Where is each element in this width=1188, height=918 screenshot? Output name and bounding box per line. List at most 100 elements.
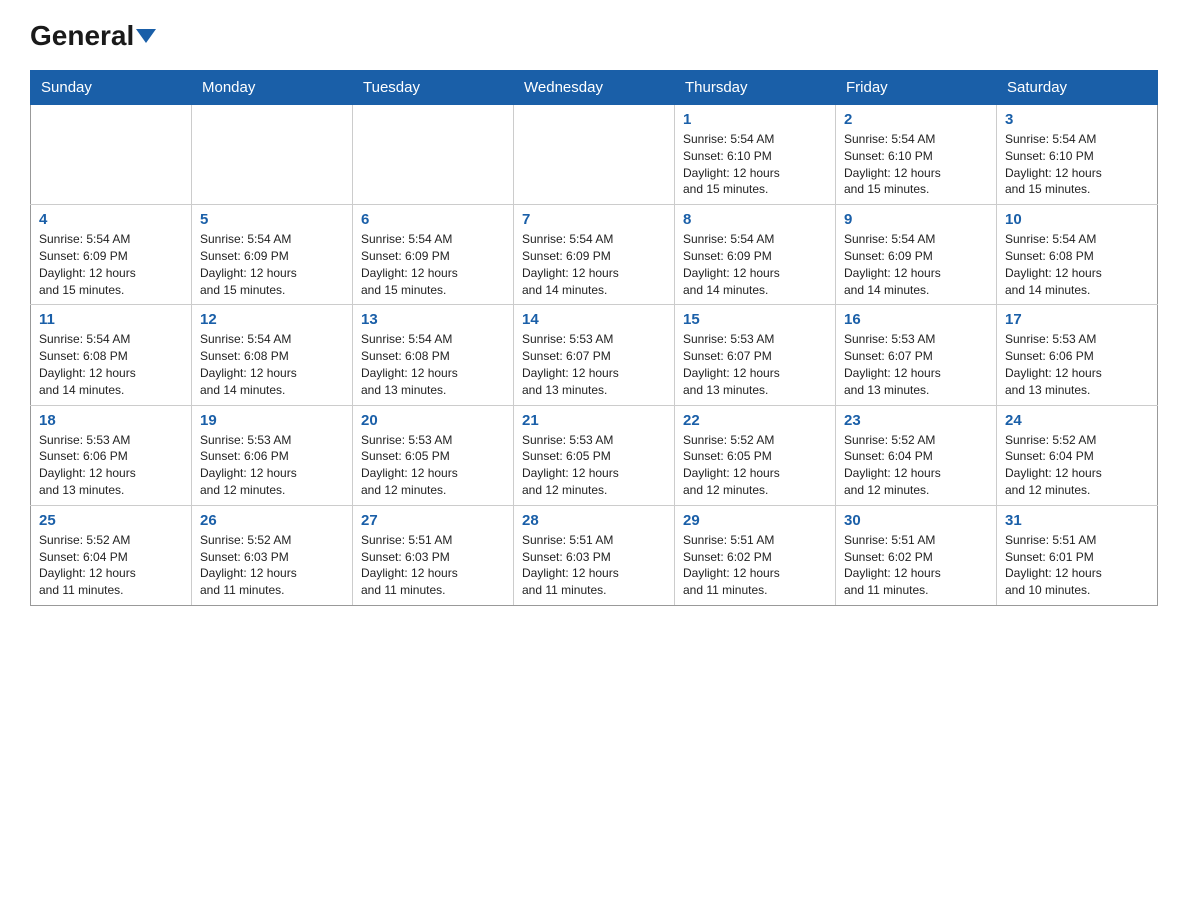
calendar-cell <box>514 105 675 205</box>
day-number: 19 <box>200 412 344 429</box>
calendar-cell: 9 Sunrise: 5:54 AMSunset: 6:09 PMDaylight… <box>836 205 997 305</box>
day-info: Sunrise: 5:51 AMSunset: 6:01 PMDaylight:… <box>1005 532 1149 599</box>
day-number: 16 <box>844 311 988 328</box>
column-header-wednesday: Wednesday <box>514 71 675 105</box>
calendar-table: SundayMondayTuesdayWednesdayThursdayFrid… <box>30 70 1158 606</box>
day-info: Sunrise: 5:54 AMSunset: 6:09 PMDaylight:… <box>361 231 505 298</box>
logo: General <box>30 20 156 52</box>
calendar-cell: 15 Sunrise: 5:53 AMSunset: 6:07 PMDayligh… <box>675 305 836 405</box>
calendar-cell: 2 Sunrise: 5:54 AMSunset: 6:10 PMDaylight… <box>836 105 997 205</box>
calendar-cell: 7Sunrise: 5:54 AMSunset: 6:09 PMDaylight… <box>514 205 675 305</box>
column-header-tuesday: Tuesday <box>353 71 514 105</box>
day-info: Sunrise: 5:53 AMSunset: 6:06 PMDaylight:… <box>200 432 344 499</box>
day-info: Sunrise: 5:53 AMSunset: 6:07 PMDaylight:… <box>683 331 827 398</box>
column-header-thursday: Thursday <box>675 71 836 105</box>
day-info: Sunrise: 5:54 AMSunset: 6:10 PMDaylight:… <box>1005 131 1149 198</box>
column-header-sunday: Sunday <box>31 71 192 105</box>
day-number: 4 <box>39 211 183 228</box>
day-info: Sunrise: 5:53 AMSunset: 6:06 PMDaylight:… <box>39 432 183 499</box>
day-number: 6 <box>361 211 505 228</box>
logo-general-text: General <box>30 20 134 52</box>
calendar-week-row: 11 Sunrise: 5:54 AMSunset: 6:08 PMDayligh… <box>31 305 1158 405</box>
day-info: Sunrise: 5:51 AMSunset: 6:03 PMDaylight:… <box>361 532 505 599</box>
day-info: Sunrise: 5:52 AMSunset: 6:04 PMDaylight:… <box>844 432 988 499</box>
calendar-cell: 30 Sunrise: 5:51 AMSunset: 6:02 PMDayligh… <box>836 505 997 605</box>
day-number: 10 <box>1005 211 1149 228</box>
day-info: Sunrise: 5:54 AMSunset: 6:08 PMDaylight:… <box>361 331 505 398</box>
calendar-cell <box>31 105 192 205</box>
calendar-cell: 10Sunrise: 5:54 AMSunset: 6:08 PMDayligh… <box>997 205 1158 305</box>
day-info: Sunrise: 5:53 AMSunset: 6:05 PMDaylight:… <box>361 432 505 499</box>
day-info: Sunrise: 5:54 AMSunset: 6:09 PMDaylight:… <box>683 231 827 298</box>
logo-area: General <box>30 20 156 54</box>
calendar-week-row: 25Sunrise: 5:52 AMSunset: 6:04 PMDayligh… <box>31 505 1158 605</box>
calendar-cell: 16 Sunrise: 5:53 AMSunset: 6:07 PMDayligh… <box>836 305 997 405</box>
page-header: General <box>30 20 1158 54</box>
day-info: Sunrise: 5:53 AMSunset: 6:07 PMDaylight:… <box>844 331 988 398</box>
day-info: Sunrise: 5:54 AMSunset: 6:09 PMDaylight:… <box>522 231 666 298</box>
day-number: 12 <box>200 311 344 328</box>
calendar-cell: 20 Sunrise: 5:53 AMSunset: 6:05 PMDayligh… <box>353 405 514 505</box>
day-info: Sunrise: 5:54 AMSunset: 6:09 PMDaylight:… <box>844 231 988 298</box>
day-number: 28 <box>522 512 666 529</box>
calendar-cell: 29 Sunrise: 5:51 AMSunset: 6:02 PMDayligh… <box>675 505 836 605</box>
day-number: 2 <box>844 111 988 128</box>
day-number: 21 <box>522 412 666 429</box>
column-header-monday: Monday <box>192 71 353 105</box>
calendar-cell: 22Sunrise: 5:52 AMSunset: 6:05 PMDayligh… <box>675 405 836 505</box>
calendar-cell: 8 Sunrise: 5:54 AMSunset: 6:09 PMDaylight… <box>675 205 836 305</box>
day-number: 20 <box>361 412 505 429</box>
day-number: 22 <box>683 412 827 429</box>
calendar-cell: 6 Sunrise: 5:54 AMSunset: 6:09 PMDaylight… <box>353 205 514 305</box>
day-number: 26 <box>200 512 344 529</box>
day-number: 30 <box>844 512 988 529</box>
calendar-cell: 12 Sunrise: 5:54 AMSunset: 6:08 PMDayligh… <box>192 305 353 405</box>
calendar-cell: 19 Sunrise: 5:53 AMSunset: 6:06 PMDayligh… <box>192 405 353 505</box>
day-number: 24 <box>1005 412 1149 429</box>
calendar-cell: 13Sunrise: 5:54 AMSunset: 6:08 PMDayligh… <box>353 305 514 405</box>
calendar-cell: 27Sunrise: 5:51 AMSunset: 6:03 PMDayligh… <box>353 505 514 605</box>
logo-triangle-icon <box>136 29 156 43</box>
calendar-cell: 31 Sunrise: 5:51 AMSunset: 6:01 PMDayligh… <box>997 505 1158 605</box>
day-info: Sunrise: 5:51 AMSunset: 6:03 PMDaylight:… <box>522 532 666 599</box>
calendar-cell: 26 Sunrise: 5:52 AMSunset: 6:03 PMDayligh… <box>192 505 353 605</box>
calendar-week-row: 18 Sunrise: 5:53 AMSunset: 6:06 PMDayligh… <box>31 405 1158 505</box>
column-header-saturday: Saturday <box>997 71 1158 105</box>
day-info: Sunrise: 5:54 AMSunset: 6:08 PMDaylight:… <box>39 331 183 398</box>
day-info: Sunrise: 5:54 AMSunset: 6:09 PMDaylight:… <box>39 231 183 298</box>
calendar-cell: 3Sunrise: 5:54 AMSunset: 6:10 PMDaylight… <box>997 105 1158 205</box>
calendar-cell <box>192 105 353 205</box>
day-info: Sunrise: 5:53 AMSunset: 6:07 PMDaylight:… <box>522 331 666 398</box>
day-number: 14 <box>522 311 666 328</box>
day-info: Sunrise: 5:52 AMSunset: 6:03 PMDaylight:… <box>200 532 344 599</box>
calendar-cell <box>353 105 514 205</box>
day-info: Sunrise: 5:51 AMSunset: 6:02 PMDaylight:… <box>844 532 988 599</box>
day-number: 1 <box>683 111 827 128</box>
day-number: 18 <box>39 412 183 429</box>
day-number: 8 <box>683 211 827 228</box>
day-number: 11 <box>39 311 183 328</box>
day-info: Sunrise: 5:52 AMSunset: 6:04 PMDaylight:… <box>1005 432 1149 499</box>
day-number: 9 <box>844 211 988 228</box>
day-info: Sunrise: 5:52 AMSunset: 6:04 PMDaylight:… <box>39 532 183 599</box>
day-number: 29 <box>683 512 827 529</box>
calendar-cell: 23Sunrise: 5:52 AMSunset: 6:04 PMDayligh… <box>836 405 997 505</box>
day-number: 15 <box>683 311 827 328</box>
calendar-cell: 28 Sunrise: 5:51 AMSunset: 6:03 PMDayligh… <box>514 505 675 605</box>
day-info: Sunrise: 5:54 AMSunset: 6:08 PMDaylight:… <box>200 331 344 398</box>
calendar-cell: 24 Sunrise: 5:52 AMSunset: 6:04 PMDayligh… <box>997 405 1158 505</box>
day-number: 5 <box>200 211 344 228</box>
day-info: Sunrise: 5:54 AMSunset: 6:10 PMDaylight:… <box>844 131 988 198</box>
day-number: 31 <box>1005 512 1149 529</box>
day-info: Sunrise: 5:53 AMSunset: 6:06 PMDaylight:… <box>1005 331 1149 398</box>
day-number: 17 <box>1005 311 1149 328</box>
calendar-cell: 18 Sunrise: 5:53 AMSunset: 6:06 PMDayligh… <box>31 405 192 505</box>
calendar-cell: 17 Sunrise: 5:53 AMSunset: 6:06 PMDayligh… <box>997 305 1158 405</box>
calendar-header-row: SundayMondayTuesdayWednesdayThursdayFrid… <box>31 71 1158 105</box>
column-header-friday: Friday <box>836 71 997 105</box>
calendar-cell: 1Sunrise: 5:54 AMSunset: 6:10 PMDaylight… <box>675 105 836 205</box>
calendar-week-row: 4 Sunrise: 5:54 AMSunset: 6:09 PMDaylight… <box>31 205 1158 305</box>
day-info: Sunrise: 5:51 AMSunset: 6:02 PMDaylight:… <box>683 532 827 599</box>
day-info: Sunrise: 5:54 AMSunset: 6:09 PMDaylight:… <box>200 231 344 298</box>
day-info: Sunrise: 5:53 AMSunset: 6:05 PMDaylight:… <box>522 432 666 499</box>
